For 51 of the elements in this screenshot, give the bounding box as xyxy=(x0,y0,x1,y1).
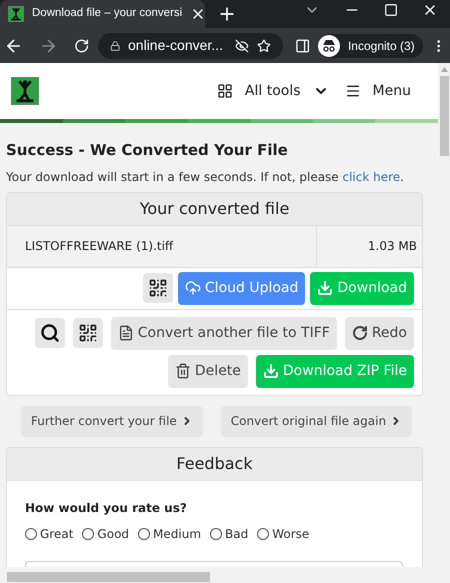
rating-radio[interactable]: Worse xyxy=(257,524,310,542)
file-name: LISTOFFREEWARE (1).tiff xyxy=(7,226,317,266)
cloud-upload-icon xyxy=(184,280,201,296)
feedback-title: Feedback xyxy=(7,448,422,480)
qr-code-icon xyxy=(78,323,98,343)
favicon-icon xyxy=(8,6,24,22)
qr-code-button[interactable] xyxy=(142,273,173,303)
download-icon xyxy=(262,363,279,379)
all-tools-button[interactable]: All tools xyxy=(216,80,329,102)
rating-radio[interactable]: Medium xyxy=(138,524,202,542)
rating-radio[interactable]: Good xyxy=(82,524,130,542)
card-title: Your converted file xyxy=(7,192,422,226)
convert-option-button[interactable]: Further convert your file xyxy=(21,406,203,436)
delete-button[interactable]: Delete xyxy=(168,354,248,388)
side-panel-icon[interactable] xyxy=(294,38,310,54)
search-icon xyxy=(40,323,60,343)
lock-icon xyxy=(110,40,120,52)
grid-icon xyxy=(216,83,233,99)
search-button[interactable] xyxy=(34,318,65,348)
scrollbar-thumb[interactable] xyxy=(440,76,448,156)
address-bar[interactable]: online-conver... xyxy=(98,32,283,58)
download-icon xyxy=(317,280,334,296)
browser-tab[interactable]: Download file – your conversi xyxy=(0,0,205,28)
reload-icon[interactable] xyxy=(74,38,90,54)
convert-option-button[interactable]: Convert original file again xyxy=(220,406,412,436)
menu-button[interactable]: Menu xyxy=(344,80,411,102)
menu-icon xyxy=(344,83,361,99)
eye-off-icon[interactable] xyxy=(234,38,249,54)
redo-icon xyxy=(352,325,368,341)
qr-code-icon xyxy=(148,278,168,298)
rating-radio[interactable]: Bad xyxy=(210,524,248,542)
url-text: online-conver... xyxy=(128,36,223,55)
rating-question: How would you rate us? xyxy=(25,500,188,516)
trash-icon xyxy=(174,363,191,379)
file-size: 1.03 MB xyxy=(366,238,418,255)
file-icon xyxy=(118,325,134,341)
tab-title: Download file – your conversi xyxy=(32,6,182,22)
success-title: Success - We Converted Your File xyxy=(6,140,289,161)
file-button[interactable]: Convert another file to TIFF xyxy=(110,316,337,350)
comment-field[interactable] xyxy=(25,560,403,566)
rating-radio[interactable]: Great xyxy=(25,524,74,542)
maximize-icon[interactable] xyxy=(384,3,398,17)
star-icon[interactable] xyxy=(256,38,271,54)
download-message: Your download will start in a few seconds. If not, please click here. xyxy=(6,168,405,186)
click-here-link[interactable]: click here xyxy=(342,170,400,184)
scrollbar-thumb[interactable] xyxy=(7,572,210,582)
incognito-icon xyxy=(318,34,340,56)
redo-button[interactable]: Redo xyxy=(344,316,414,350)
site-logo xyxy=(11,77,39,105)
qr-code-button[interactable] xyxy=(72,318,103,348)
profile-button[interactable]: Incognito (3) xyxy=(318,34,423,58)
